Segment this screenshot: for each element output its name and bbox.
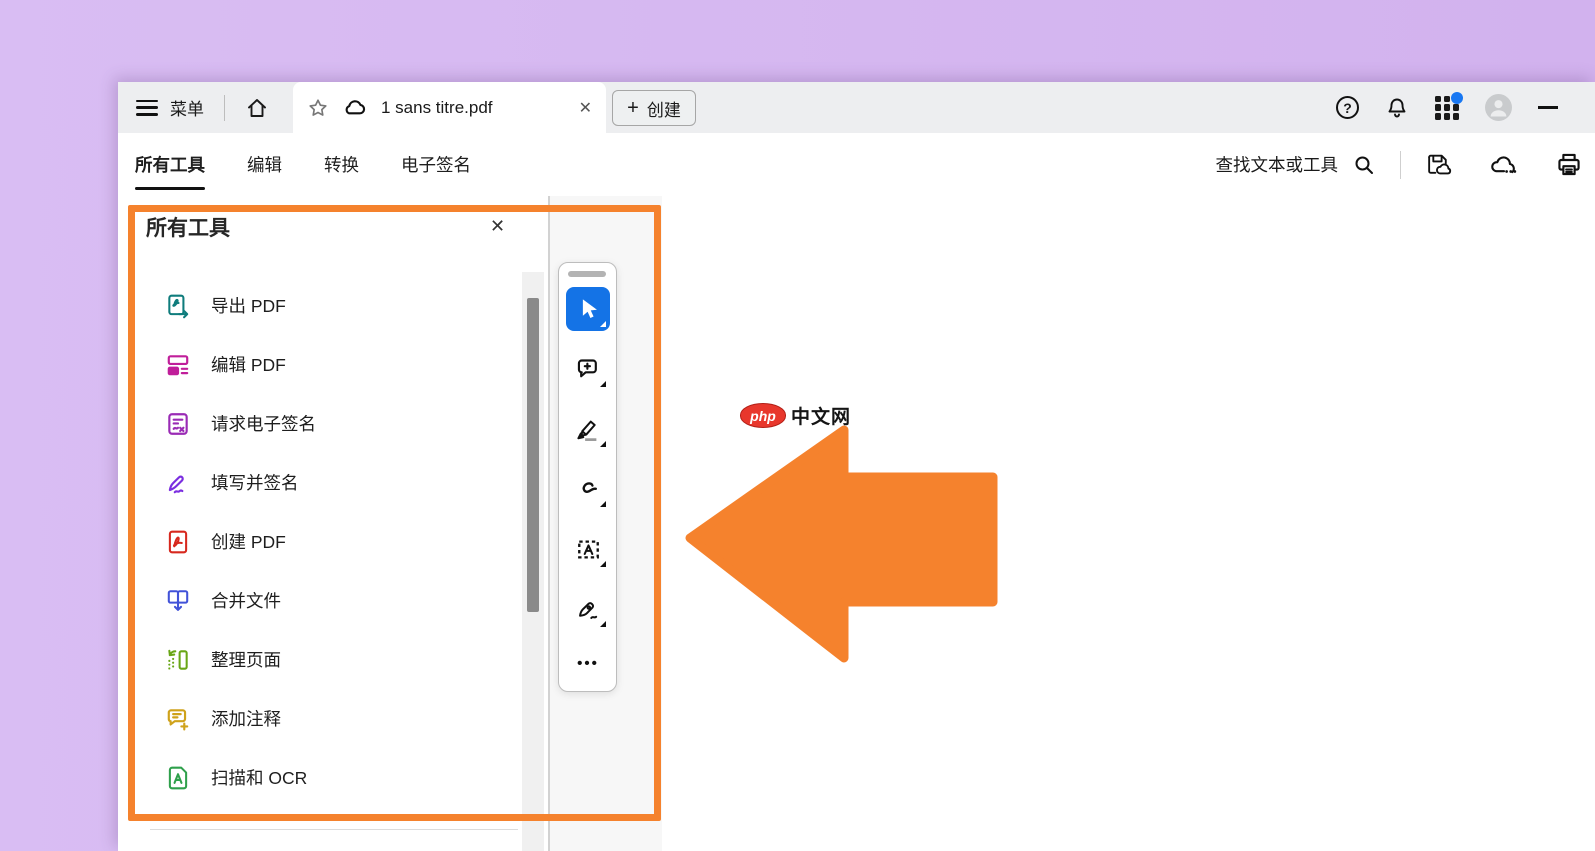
tool-item-label: 编辑 PDF: [211, 352, 286, 377]
toolbar-drag-handle[interactable]: [568, 271, 606, 277]
tab-title: 1 sans titre.pdf: [381, 98, 562, 118]
panel-close-icon[interactable]: ✕: [490, 216, 505, 237]
highlight-tool-button[interactable]: [566, 407, 610, 451]
divider: [224, 95, 225, 121]
more-tools-button[interactable]: •••: [566, 641, 610, 685]
tab-esign[interactable]: 电子签名: [401, 148, 471, 181]
edit-pdf-icon: [165, 352, 191, 378]
watermark-text: 中文网: [791, 402, 851, 429]
app-launcher-grid-icon[interactable]: [1435, 96, 1459, 120]
tools-list: 导出 PDF 编辑 PDF 请求电子签名 填写并签名: [118, 276, 522, 807]
tool-item-request-signatures[interactable]: 请求电子签名: [118, 394, 522, 453]
search-icon[interactable]: [1352, 153, 1376, 177]
menu-button[interactable]: 菜单: [170, 95, 204, 120]
tab-edit[interactable]: 编辑: [247, 148, 282, 181]
add-text-tool-button[interactable]: [566, 527, 610, 571]
toolbar-nav: 所有工具 编辑 转换 电子签名: [135, 133, 471, 196]
tool-item-create-pdf[interactable]: 创建 PDF: [118, 512, 522, 571]
home-icon[interactable]: [245, 96, 269, 120]
plus-icon: +: [627, 98, 639, 118]
scan-ocr-icon: [165, 765, 191, 791]
tool-flyout-indicator: [600, 321, 606, 327]
notifications-bell-icon[interactable]: [1385, 96, 1409, 120]
scrollbar-thumb[interactable]: [527, 298, 539, 612]
tool-item-export-pdf[interactable]: 导出 PDF: [118, 276, 522, 335]
left-arrow-annotation: [685, 412, 998, 668]
tool-item-label: 添加注释: [211, 706, 281, 731]
quick-tools-toolbar: •••: [558, 262, 617, 692]
tool-flyout-indicator: [600, 561, 606, 567]
tool-item-fill-and-sign[interactable]: 填写并签名: [118, 453, 522, 512]
tool-item-label: 整理页面: [211, 647, 281, 672]
panel-divider[interactable]: [548, 196, 550, 851]
add-comments-icon: [165, 706, 191, 732]
minimize-button[interactable]: [1538, 106, 1558, 108]
tool-item-add-comments[interactable]: 添加注释: [118, 689, 522, 748]
star-icon[interactable]: [307, 97, 329, 119]
create-pdf-icon: [165, 529, 191, 555]
main-area: 所有工具 ✕ 导出 PDF 编辑 PDF 请求电子签名: [118, 196, 1595, 851]
tool-flyout-indicator: [600, 441, 606, 447]
tool-item-label: 请求电子签名: [211, 411, 316, 436]
tool-item-label: 导出 PDF: [211, 293, 286, 318]
php-badge: php: [740, 403, 786, 428]
organize-pages-icon: [165, 647, 191, 673]
hamburger-menu-icon[interactable]: [136, 100, 158, 116]
document-tab[interactable]: 1 sans titre.pdf ✕: [293, 82, 606, 133]
add-comment-tool-button[interactable]: [566, 347, 610, 391]
titlebar: 菜单 1 sans titre.pdf ✕ + 创建 ?: [118, 82, 1595, 133]
combine-files-icon: [165, 588, 191, 614]
acrobat-window: 菜单 1 sans titre.pdf ✕ + 创建 ?: [118, 82, 1595, 851]
select-tool-button[interactable]: [566, 287, 610, 331]
panel-scrollbar[interactable]: [522, 272, 544, 851]
tool-item-label: 扫描和 OCR: [211, 765, 307, 790]
fill-and-sign-icon: [165, 470, 191, 496]
tool-flyout-indicator: [600, 621, 606, 627]
tab-all-tools[interactable]: 所有工具: [135, 148, 205, 181]
watermark-logo: php 中文网: [740, 402, 851, 429]
tools-panel-title: 所有工具: [146, 212, 230, 242]
tab-convert[interactable]: 转换: [324, 148, 359, 181]
create-button[interactable]: + 创建: [612, 90, 696, 126]
save-icon[interactable]: [1425, 152, 1452, 177]
cloud-document-icon: [342, 99, 368, 116]
tool-item-edit-pdf[interactable]: 编辑 PDF: [118, 335, 522, 394]
request-signatures-icon: [165, 411, 191, 437]
tool-item-combine-files[interactable]: 合并文件: [118, 571, 522, 630]
tool-item-label: 填写并签名: [211, 470, 299, 495]
divider: [1400, 151, 1401, 179]
tool-item-scan-ocr[interactable]: 扫描和 OCR: [118, 748, 522, 807]
tool-item-label: 合并文件: [211, 588, 281, 613]
tool-flyout-indicator: [600, 501, 606, 507]
print-icon[interactable]: [1555, 151, 1583, 178]
main-toolbar: 所有工具 编辑 转换 电子签名 查找文本或工具: [118, 133, 1595, 196]
sign-tool-button[interactable]: [566, 587, 610, 631]
draw-tool-button[interactable]: [566, 467, 610, 511]
user-avatar[interactable]: [1485, 94, 1512, 121]
notification-dot: [1451, 92, 1463, 104]
tool-item-organize-pages[interactable]: 整理页面: [118, 630, 522, 689]
tool-item-label: 创建 PDF: [211, 529, 286, 554]
help-icon[interactable]: ?: [1336, 96, 1359, 119]
create-button-label: 创建: [647, 96, 681, 121]
find-text-or-tools-label[interactable]: 查找文本或工具: [1216, 152, 1339, 177]
list-separator: [150, 829, 518, 830]
export-pdf-icon: [165, 293, 191, 319]
tab-close-icon[interactable]: ✕: [579, 98, 592, 118]
tool-flyout-indicator: [600, 381, 606, 387]
cloud-sync-icon[interactable]: [1488, 152, 1519, 177]
